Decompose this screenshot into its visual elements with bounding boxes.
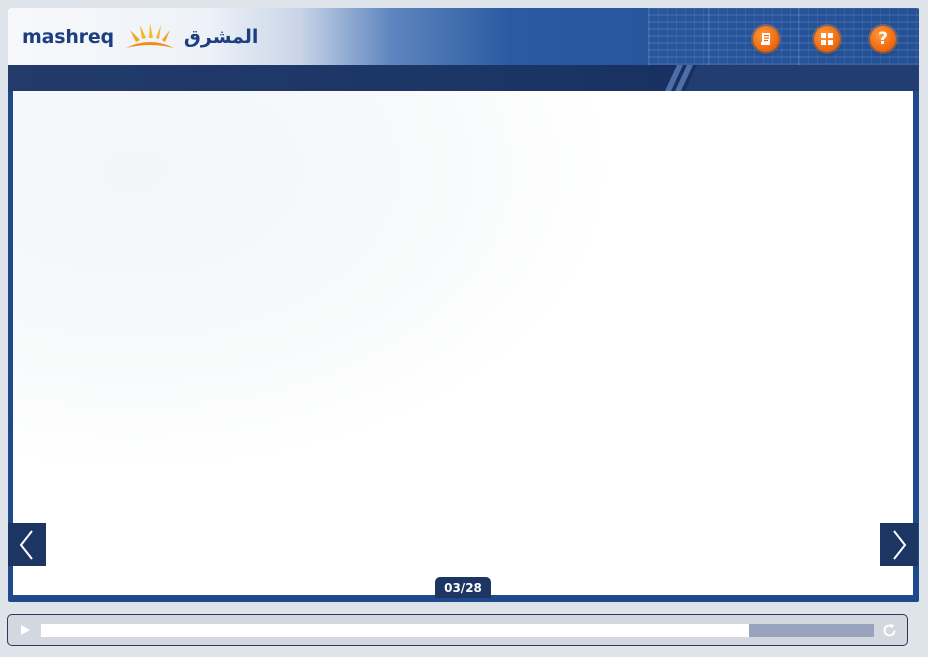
chevron-right-icon: [893, 529, 907, 560]
replay-button[interactable]: [881, 622, 898, 639]
header-stripe-right: [698, 65, 919, 91]
previous-slide-button[interactable]: [8, 523, 46, 566]
logo-text-latin: mashreq: [22, 26, 114, 48]
grid-icon: [821, 33, 833, 45]
question-icon: ?: [878, 28, 888, 49]
player-bar: [7, 614, 908, 646]
document-icon: [761, 33, 770, 45]
page-counter: 03/28: [435, 577, 491, 598]
slide-content-area: [13, 91, 913, 595]
building-texture: [648, 8, 709, 65]
next-slide-button[interactable]: [880, 523, 918, 566]
progress-bar[interactable]: [41, 624, 874, 637]
progress-fill: [41, 624, 750, 637]
play-button[interactable]: [17, 622, 33, 638]
chevron-left-icon: [19, 529, 33, 560]
sun-emblem-icon: [125, 23, 174, 48]
menu-button[interactable]: [814, 26, 840, 52]
replay-icon: [883, 623, 896, 637]
help-button[interactable]: ?: [870, 26, 896, 52]
transcript-button[interactable]: [753, 26, 779, 52]
play-icon: [21, 625, 30, 635]
logo-text-arabic: المشرق: [183, 26, 259, 48]
mashreq-logo: mashreq المشرق: [22, 22, 258, 52]
header-banner: mashreq المشرق ?: [8, 8, 919, 65]
course-player: mashreq المشرق ? 03/28: [0, 0, 928, 657]
course-frame: mashreq المشرق ?: [8, 8, 919, 602]
